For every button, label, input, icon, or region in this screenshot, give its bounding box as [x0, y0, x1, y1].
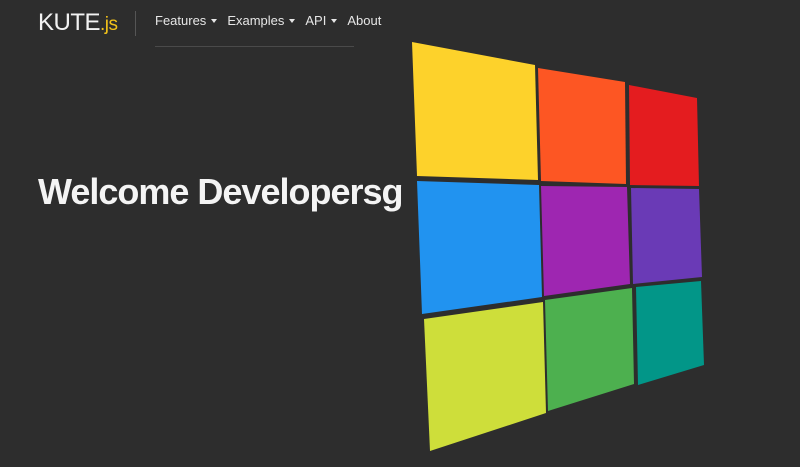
- tile-lime: [424, 302, 546, 451]
- tile-grid: [412, 42, 704, 451]
- tile-yellow: [412, 42, 538, 180]
- tile-blue: [417, 181, 542, 314]
- page: KUTE.js Features Examples API About Welc…: [0, 0, 800, 467]
- tile-red: [629, 85, 699, 186]
- tile-deep-purple: [631, 188, 702, 284]
- tile-green: [545, 288, 634, 411]
- tile-orange: [538, 68, 626, 184]
- tile-teal: [636, 281, 704, 385]
- tile-purple: [541, 186, 630, 296]
